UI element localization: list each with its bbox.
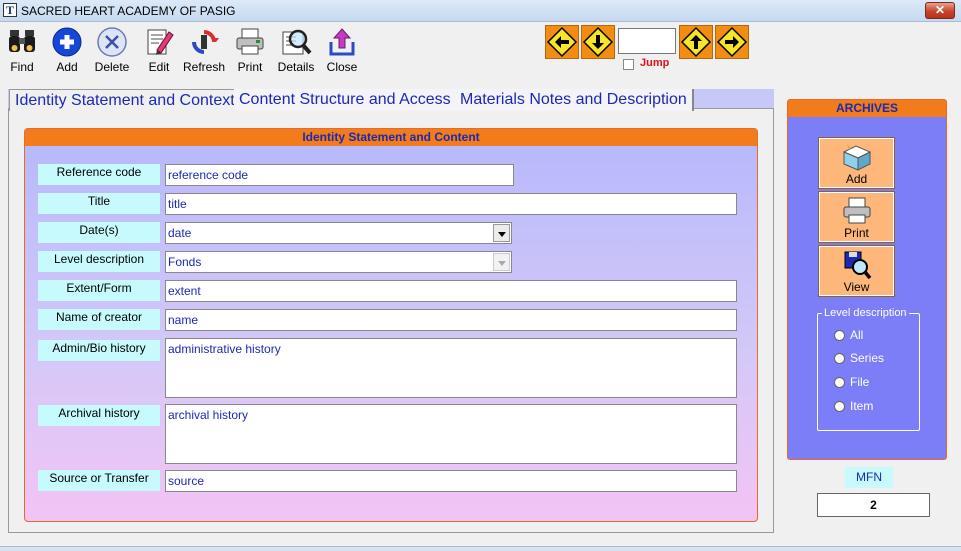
title-field[interactable]: title [165,193,737,215]
upload-arrow-icon [329,28,355,56]
details-button[interactable]: Details [274,24,318,74]
previous-record-button[interactable] [581,25,615,59]
archives-view-label: View [843,280,870,294]
refresh-button[interactable]: Refresh [182,24,226,74]
archives-print-label: Print [844,226,869,240]
folder-add-icon [842,144,871,171]
window-title: SACRED HEART ACADEMY OF PASIG [21,4,236,18]
radio-button[interactable] [834,353,845,364]
level-description-select[interactable]: Fonds [165,251,512,273]
archival-history-label: Archival history [38,405,160,426]
title-bar: T SACRED HEART ACADEMY OF PASIG ✕ [0,0,961,22]
source-field[interactable]: source [165,470,737,492]
dates-label: Date(s) [38,222,160,243]
creator-field[interactable]: name [165,309,737,331]
delete-button[interactable]: Delete [90,24,134,74]
printer-icon [236,28,264,55]
tab-identity-statement[interactable]: Identity Statement and Context [9,89,241,111]
extent-form-label: Extent/Form [38,280,160,301]
level-description-label: Level description [38,251,160,272]
level-filter-legend: Level description [822,307,909,319]
archives-add-label: Add [845,172,868,186]
radio-button[interactable] [834,330,845,341]
arrow-right-icon [716,26,748,58]
add-button[interactable]: Add [45,24,89,74]
archival-history-field[interactable]: archival history [165,404,737,464]
find-button[interactable]: Find [0,24,44,74]
tab-materials-notes[interactable]: Materials Notes and Description [455,89,694,111]
level-option-label: File [850,375,870,389]
arrow-down-icon [582,26,614,58]
archives-print-button[interactable]: Print [818,191,895,243]
reference-code-label: Reference code [38,164,160,185]
jump-label: Jump [640,57,670,69]
level-filter-group: Level description All Series File Item [817,307,920,431]
dates-value: date [168,226,192,240]
print-button[interactable]: Print [228,24,272,74]
level-option-label: All [850,328,864,342]
first-record-button[interactable] [545,25,579,59]
last-record-button[interactable] [715,25,749,59]
plus-circle-icon [52,27,82,57]
window-close-button[interactable]: ✕ [925,2,955,19]
archives-add-button[interactable]: Add [818,137,895,189]
section-title: Identity Statement and Content [25,129,757,146]
printer-icon [843,197,870,224]
archives-title: ARCHIVES [788,100,946,117]
window-bottom-edge [0,546,961,551]
source-label: Source or Transfer [38,470,160,491]
mfn-label: MFN [845,467,893,488]
admin-bio-history-field[interactable]: administrative history [165,338,737,398]
magnifier-icon [282,29,312,55]
app-icon: T [3,3,17,17]
x-circle-icon [97,27,127,57]
extent-form-field[interactable]: extent [165,280,737,302]
admin-bio-history-label: Admin/Bio history [38,340,160,361]
radio-button[interactable] [834,401,845,412]
arrow-left-icon [546,26,578,58]
binoculars-icon [9,30,35,52]
level-option-label: Series [850,351,885,365]
title-label: Title [38,193,160,214]
close-label: Close [326,60,358,74]
mfn-value: 2 [817,493,930,517]
level-description-value: Fonds [168,255,202,269]
creator-label: Name of creator [38,309,160,330]
chevron-down-icon[interactable] [493,224,510,242]
pencil-icon [147,29,174,55]
archives-view-button[interactable]: View [818,245,895,297]
jump-checkbox[interactable] [623,59,634,70]
dates-select[interactable]: date [165,222,512,244]
close-button[interactable]: Close [320,24,364,74]
refresh-icon [192,30,219,54]
reference-code-field[interactable]: reference code [165,164,514,186]
level-option-label: Item [850,399,874,413]
jump-record-input[interactable] [618,28,676,54]
edit-button[interactable]: Edit [137,24,181,74]
next-record-button[interactable] [679,25,713,59]
tab-content-structure[interactable]: Content Structure and Access [234,89,458,111]
radio-button[interactable] [834,377,845,388]
archives-panel: ARCHIVES Add Print View Level descriptio… [787,99,947,460]
chevron-down-icon[interactable] [493,253,510,271]
disk-magnifier-icon [844,251,871,280]
arrow-up-icon [680,26,712,58]
